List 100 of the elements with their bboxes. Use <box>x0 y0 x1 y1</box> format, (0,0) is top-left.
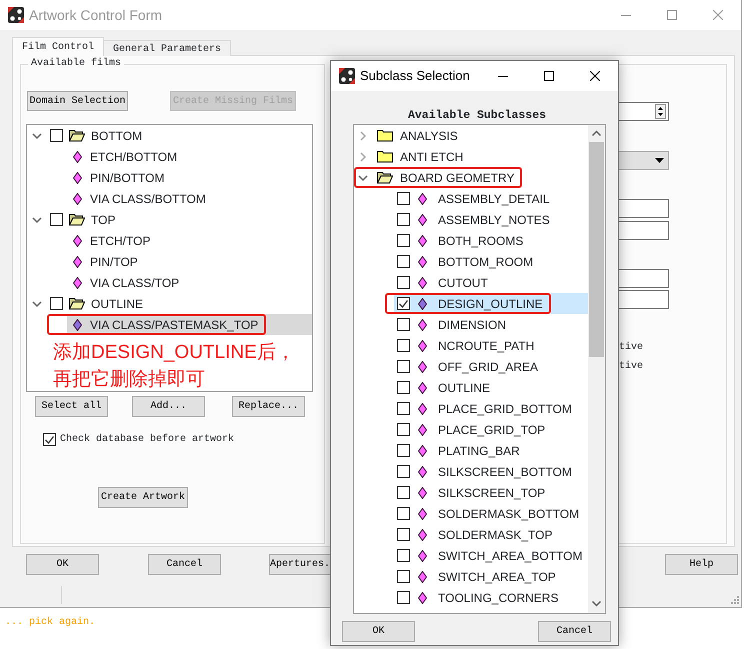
tree-item-label[interactable]: PIN/TOP <box>90 252 138 270</box>
checkbox[interactable] <box>397 255 410 268</box>
tree-item-label[interactable]: BOTH_ROOMS <box>438 232 524 250</box>
tree-item-label[interactable]: VIA CLASS/TOP <box>90 274 180 292</box>
checkbox[interactable] <box>397 297 410 310</box>
button[interactable]: Replace... <box>232 396 305 417</box>
chevron-down-icon[interactable] <box>358 172 368 182</box>
input-field[interactable] <box>618 269 669 288</box>
checkbox[interactable] <box>397 402 410 415</box>
tree-row[interactable]: PLACE_GRID_BOTTOM <box>385 398 580 419</box>
dropdown[interactable] <box>618 151 669 170</box>
tree-row[interactable]: DIMENSION <box>385 314 514 335</box>
create-artwork-button[interactable]: Create Artwork <box>98 487 188 508</box>
tree-row[interactable]: SOLDERMASK_BOTTOM <box>385 503 588 524</box>
tree-item-label[interactable]: TOOLING_CORNERS <box>438 588 558 606</box>
tree-row[interactable]: VIA CLASS/TOP <box>27 272 312 293</box>
tree-item-label[interactable]: PLACE_GRID_TOP <box>438 420 546 438</box>
checkbox[interactable] <box>397 339 410 352</box>
tab[interactable]: General Parameters <box>103 40 232 56</box>
tree-item-label[interactable]: BOARD GEOMETRY <box>400 168 514 186</box>
tree-item-label[interactable]: BOTTOM <box>91 126 142 144</box>
tree-row[interactable]: SWITCH_AREA_TOP <box>385 566 564 587</box>
checkbox[interactable] <box>397 234 410 247</box>
tree-item-label[interactable]: SOLDERMASK_TOP <box>438 526 552 544</box>
checkbox[interactable] <box>50 129 63 142</box>
tree-row[interactable]: BOARD GEOMETRY <box>354 167 588 188</box>
tree-item-label[interactable]: TOP <box>91 210 116 228</box>
checkbox[interactable] <box>43 433 56 446</box>
tree-item-label[interactable]: VIA CLASS/BOTTOM <box>90 190 206 208</box>
tree-row[interactable]: OUTLINE <box>385 377 498 398</box>
tree-row[interactable]: ASSEMBLY_DETAIL <box>385 188 558 209</box>
tree-row[interactable]: ANALYSIS <box>354 125 588 146</box>
tree-row[interactable]: ASSEMBLY_NOTES <box>385 209 558 230</box>
tree-item-label[interactable]: NCROUTE_PATH <box>438 336 534 354</box>
checkbox[interactable] <box>397 486 410 499</box>
tree-row[interactable]: SILKSCREEN_TOP <box>385 482 554 503</box>
checkbox[interactable] <box>397 360 410 373</box>
tree-row[interactable]: PLATING_BAR <box>385 440 528 461</box>
tree-item-label[interactable]: VIA CLASS/PASTEMASK_TOP <box>90 316 258 334</box>
tree-item-label[interactable]: OUTLINE <box>438 378 490 396</box>
button[interactable]: Apertures. <box>269 554 331 575</box>
tree-row[interactable]: VIA CLASS/BOTTOM <box>27 188 312 209</box>
checkbox[interactable] <box>397 213 410 226</box>
tree-row[interactable]: SWITCH_AREA_BOTTOM <box>385 545 588 566</box>
tree-item-label[interactable]: ETCH/BOTTOM <box>90 148 178 166</box>
tree-item-label[interactable]: SILKSCREEN_BOTTOM <box>438 462 572 480</box>
button[interactable]: Select all <box>35 396 108 417</box>
checkbox[interactable] <box>50 297 63 310</box>
checkbox[interactable] <box>397 318 410 331</box>
tree-row[interactable]: PIN/BOTTOM <box>27 167 312 188</box>
checkbox[interactable] <box>397 276 410 289</box>
checkbox[interactable] <box>397 444 410 457</box>
tree-row[interactable]: ETCH/BOTTOM <box>27 146 312 167</box>
tree-row[interactable]: OFF_GRID_AREA <box>385 356 546 377</box>
checkbox[interactable] <box>397 192 410 205</box>
tab[interactable]: Film Control <box>12 37 104 56</box>
tree-item-label[interactable]: PIN/BOTTOM <box>90 168 164 186</box>
tree-item-label[interactable]: ANALYSIS <box>400 126 458 144</box>
tree-item-label[interactable]: DIMENSION <box>438 316 506 334</box>
button[interactable]: Help <box>665 554 738 575</box>
chevron-down-icon[interactable] <box>32 214 42 224</box>
tree-item-label[interactable]: ETCH/TOP <box>90 232 150 250</box>
checkbox[interactable] <box>397 528 410 541</box>
tree-row[interactable]: PLACE_GRID_TOP <box>385 419 554 440</box>
input-field[interactable] <box>618 290 669 309</box>
tree-row[interactable]: SILKSCREEN_BOTTOM <box>385 461 580 482</box>
tree-item-label[interactable]: SOLDERMASK_BOTTOM <box>438 504 580 522</box>
tree-item-label[interactable]: SWITCH_AREA_TOP <box>438 568 556 586</box>
button[interactable]: Cancel <box>538 621 611 642</box>
tree-item-label[interactable]: OFF_GRID_AREA <box>438 358 538 376</box>
tree-item-label[interactable]: ASSEMBLY_NOTES <box>438 210 550 228</box>
tree-row[interactable]: NCROUTE_PATH <box>385 335 542 356</box>
tree-item-label[interactable]: BOTTOM_ROOM <box>438 252 534 270</box>
tree-item-label[interactable]: ASSEMBLY_DETAIL <box>438 190 550 208</box>
checkbox[interactable] <box>397 549 410 562</box>
checkbox[interactable] <box>397 591 410 604</box>
button[interactable]: OK <box>26 554 99 575</box>
tree-row[interactable]: SOLDERMASK_TOP <box>385 524 560 545</box>
tree-item-label[interactable]: DESIGN_OUTLINE <box>438 294 543 312</box>
button[interactable]: Cancel <box>148 554 221 575</box>
tree-row[interactable]: PIN/TOP <box>27 251 312 272</box>
checkbox[interactable] <box>50 213 63 226</box>
checkbox[interactable] <box>397 423 410 436</box>
chevron-down-icon[interactable] <box>32 130 42 140</box>
input-field[interactable] <box>618 221 669 240</box>
tree-item-label[interactable]: CUTOUT <box>438 274 488 292</box>
checkbox[interactable] <box>397 465 410 478</box>
tree-row[interactable]: DESIGN_OUTLINE <box>385 293 551 314</box>
tree-row[interactable]: CUTOUT <box>385 272 496 293</box>
checkbox[interactable] <box>397 507 410 520</box>
tree-item-label[interactable]: SILKSCREEN_TOP <box>438 484 546 502</box>
tree-row[interactable]: TOOLING_CORNERS <box>385 587 566 608</box>
tree-item-label[interactable]: PLACE_GRID_BOTTOM <box>438 400 572 418</box>
button[interactable]: OK <box>342 621 415 642</box>
tree-row[interactable]: BOTTOM_ROOM <box>385 251 542 272</box>
tree-row[interactable]: BOTH_ROOMS <box>385 230 532 251</box>
checkbox[interactable] <box>397 381 410 394</box>
button[interactable]: Domain Selection <box>27 91 128 111</box>
tree-item-label[interactable]: PLATING_BAR <box>438 442 520 460</box>
button[interactable]: Add... <box>132 396 205 417</box>
